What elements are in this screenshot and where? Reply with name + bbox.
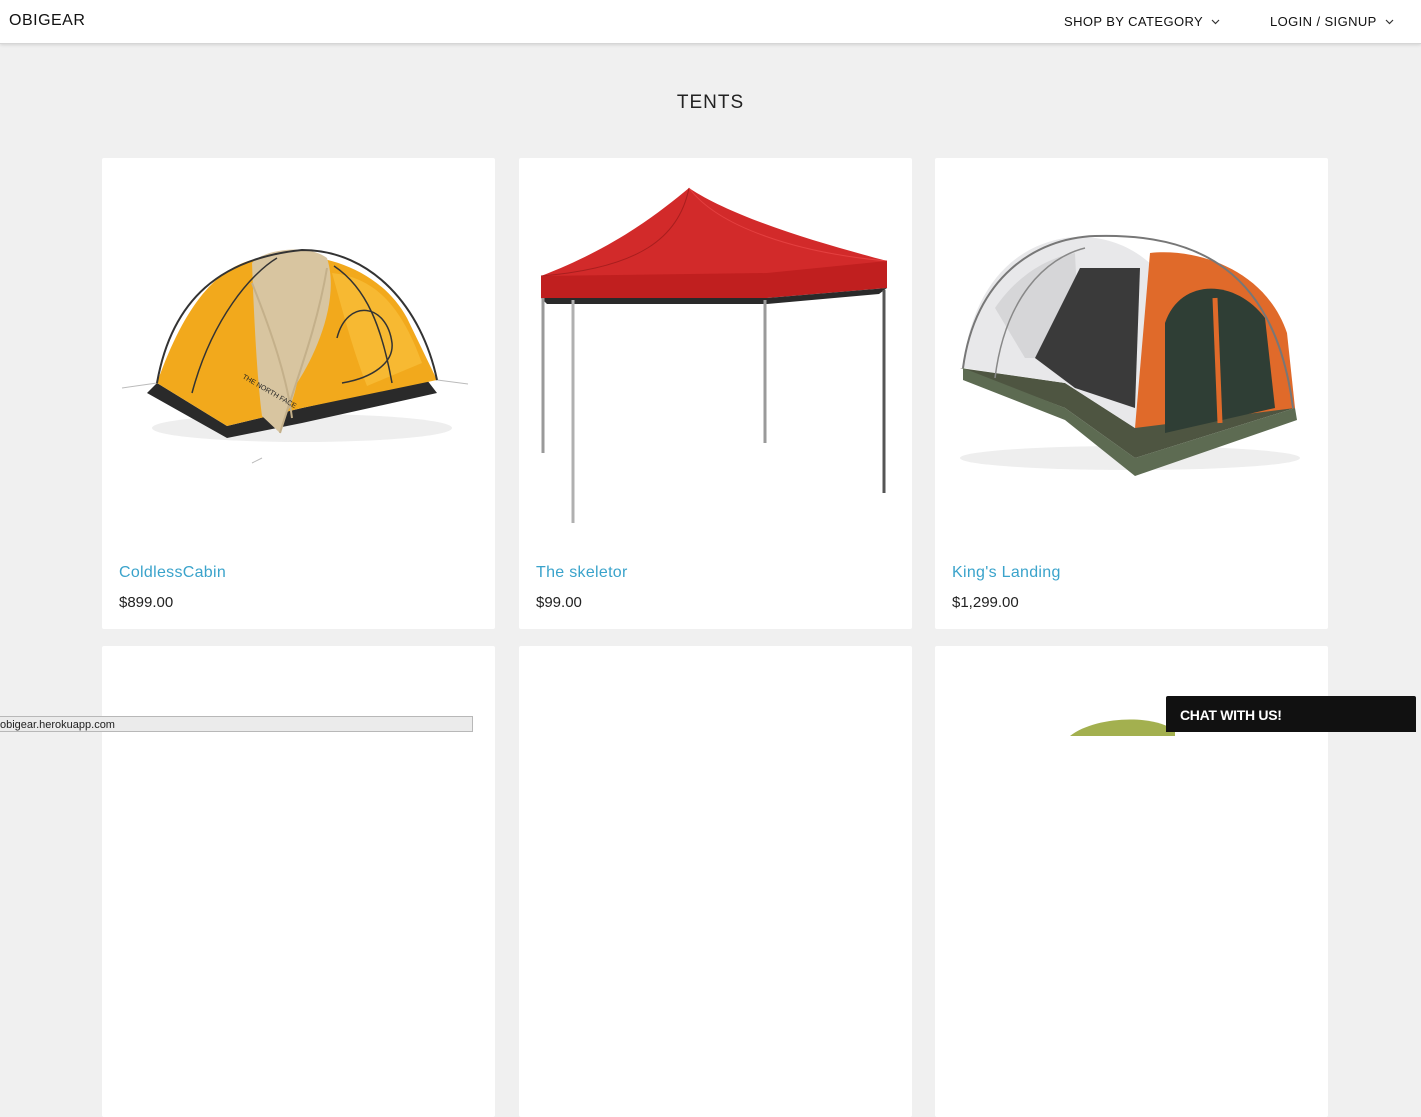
product-image-red-canopy[interactable] [519, 158, 912, 548]
product-price: $1,299.00 [952, 594, 1019, 611]
product-name-link[interactable]: King's Landing [952, 564, 1061, 582]
login-signup-label: LOGIN / SIGNUP [1270, 14, 1377, 29]
login-signup-menu[interactable]: LOGIN / SIGNUP [1270, 14, 1394, 29]
shop-by-category-menu[interactable]: SHOP BY CATEGORY [1064, 14, 1220, 29]
product-card[interactable]: King's Landing $1,299.00 [935, 158, 1328, 629]
chevron-down-icon [1211, 19, 1220, 24]
product-card[interactable]: THE NORTH FACE ColdlessCabin $899.00 [102, 158, 495, 629]
product-price: $899.00 [119, 594, 174, 611]
product-name-link[interactable]: ColdlessCabin [119, 564, 226, 582]
brand-logo[interactable]: OBIGEAR [9, 12, 85, 30]
product-card[interactable] [519, 646, 912, 1117]
top-navbar: OBIGEAR SHOP BY CATEGORY LOGIN / SIGNUP [0, 0, 1421, 44]
chevron-down-icon [1385, 19, 1394, 24]
product-name-link[interactable]: The skeletor [536, 564, 628, 582]
chat-with-us-button[interactable]: CHAT WITH US! [1166, 696, 1416, 732]
status-bar-url: obigear.herokuapp.com [0, 716, 473, 732]
product-price: $99.00 [536, 594, 582, 611]
shop-by-category-label: SHOP BY CATEGORY [1064, 14, 1204, 29]
page-title: TENTS [676, 92, 745, 113]
product-card[interactable]: The skeletor $99.00 [519, 158, 912, 629]
product-image-yellow-dome-tent[interactable]: THE NORTH FACE [102, 158, 495, 548]
product-image-cabin-tent[interactable] [935, 158, 1328, 548]
